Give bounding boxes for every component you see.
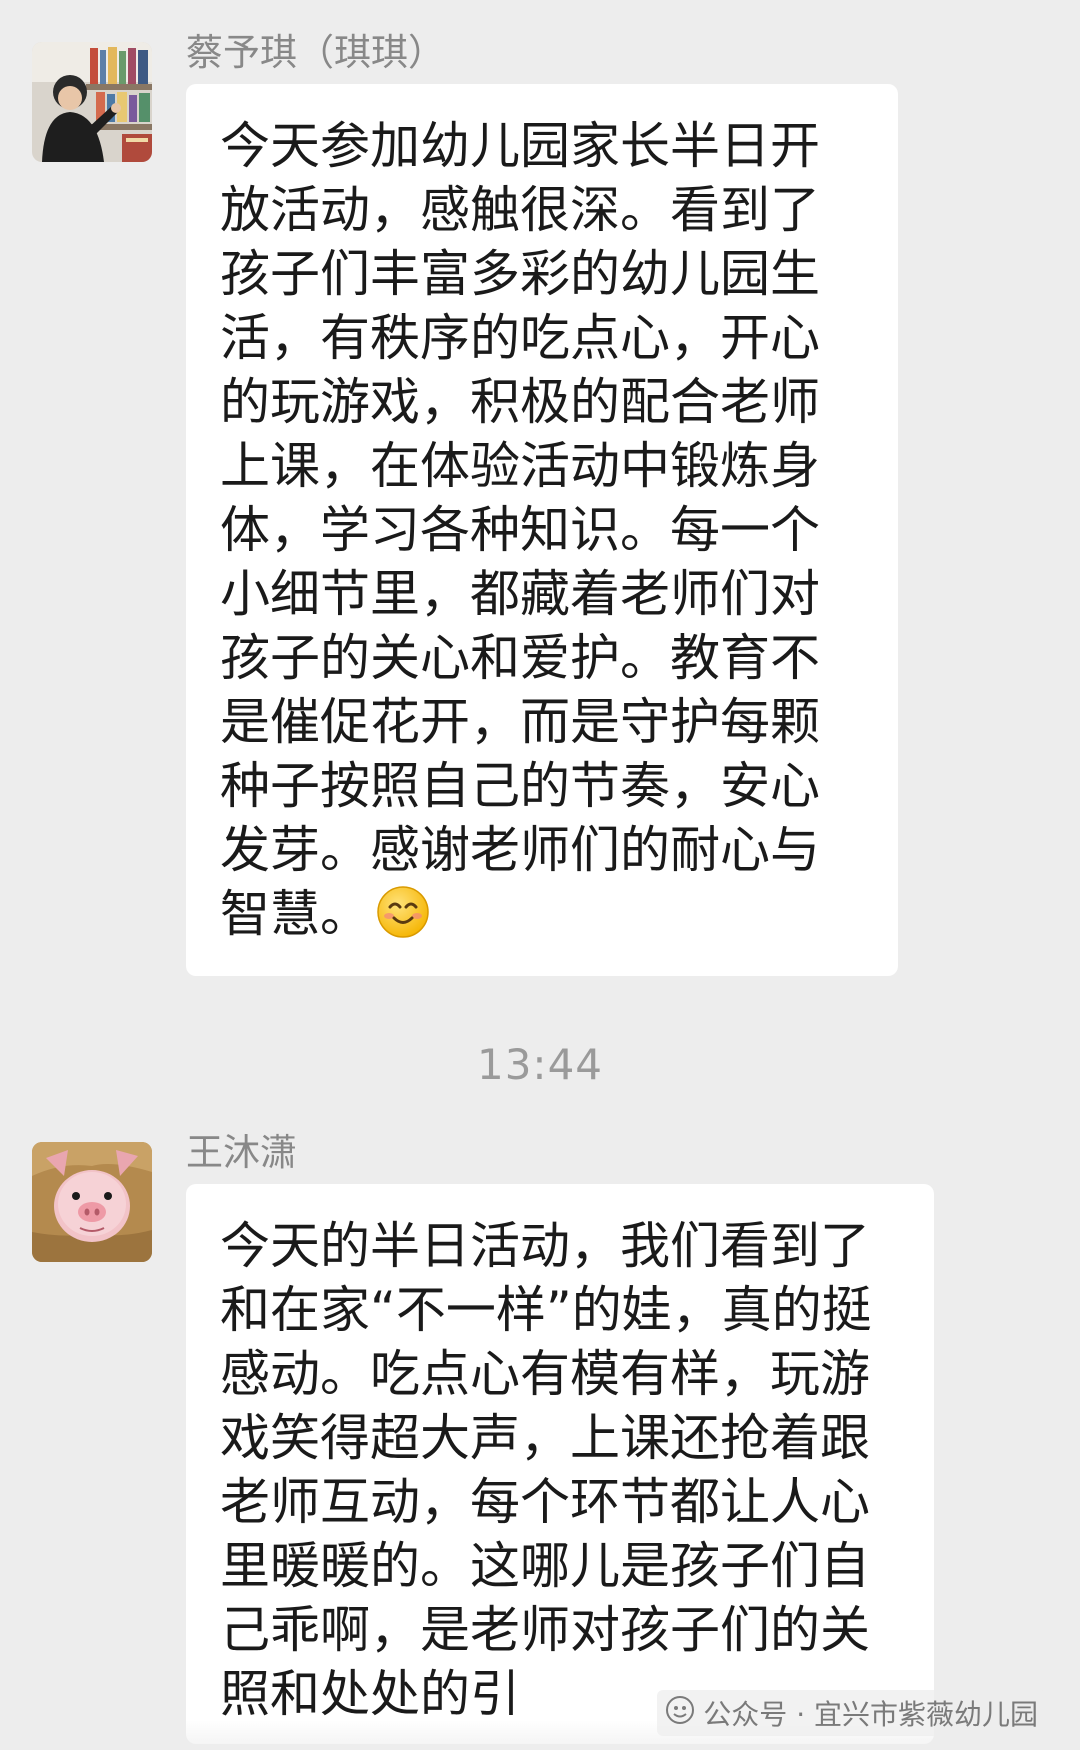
avatar[interactable] — [32, 42, 152, 162]
avatar[interactable] — [32, 1142, 152, 1262]
message-text: 今天的半日活动，我们看到了和在家“不一样”的娃，真的挺感动。吃点心有模有样，玩游… — [220, 1217, 872, 1723]
smiling-face-icon — [376, 885, 430, 954]
watermark: 公众号 · 宜兴市紫薇幼儿园 — [657, 1690, 1046, 1736]
avatar-photo-child-bookstore — [32, 42, 152, 162]
wechat-official-account-icon — [665, 1695, 695, 1732]
chat-window: 蔡予琪（琪琪） 今天参加幼儿园家长半日开放活动，感触很深。看到了孩子们丰富多彩的… — [0, 0, 1080, 1750]
sender-name: 蔡予琪（琪琪） — [186, 31, 445, 74]
message-bubble[interactable]: 今天参加幼儿园家长半日开放活动，感触很深。看到了孩子们丰富多彩的幼儿园生活，有秩… — [186, 84, 898, 976]
sender-name: 王沐潇 — [186, 1131, 297, 1174]
message-text: 今天参加幼儿园家长半日开放活动，感触很深。看到了孩子们丰富多彩的幼儿园生活，有秩… — [220, 117, 820, 943]
message-timestamp: 13:44 — [476, 1040, 604, 1089]
message-bubble[interactable]: 今天的半日活动，我们看到了和在家“不一样”的娃，真的挺感动。吃点心有模有样，玩游… — [186, 1184, 934, 1744]
watermark-text: 公众号 · 宜兴市紫薇幼儿园 — [703, 1698, 1038, 1731]
avatar-photo-pig-plush — [32, 1142, 152, 1262]
